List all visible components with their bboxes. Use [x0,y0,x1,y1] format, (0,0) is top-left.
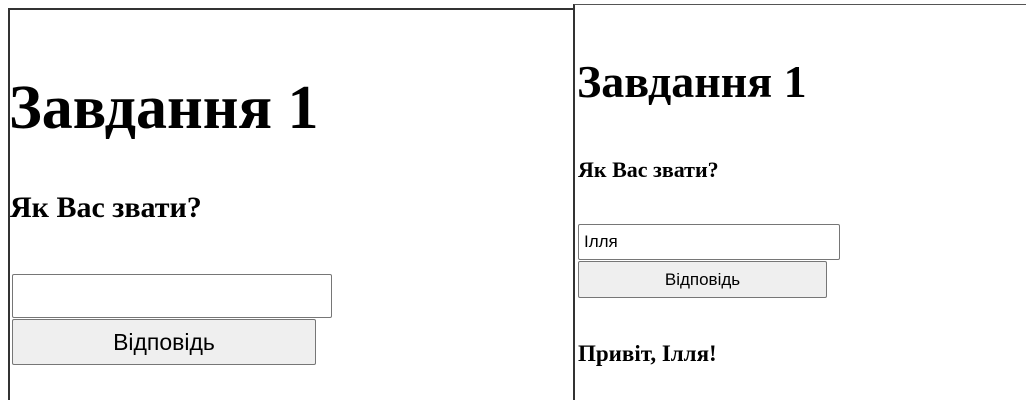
name-question: Як Вас звати? [10,191,202,224]
name-input[interactable] [12,274,332,318]
page-before-answer: Завдання 1 Як Вас звати? Відповідь [8,8,573,400]
name-input[interactable] [578,224,840,260]
page-after-answer: Завдання 1 Як Вас звати? Відповідь Приві… [573,4,1026,400]
name-question: Як Вас звати? [578,157,719,182]
answer-button[interactable]: Відповідь [12,319,316,365]
greeting-message: Привіт, Ілля! [578,341,717,366]
page-title: Завдання 1 [577,56,807,107]
page-title: Завдання 1 [9,74,319,142]
answer-button[interactable]: Відповідь [578,261,827,298]
